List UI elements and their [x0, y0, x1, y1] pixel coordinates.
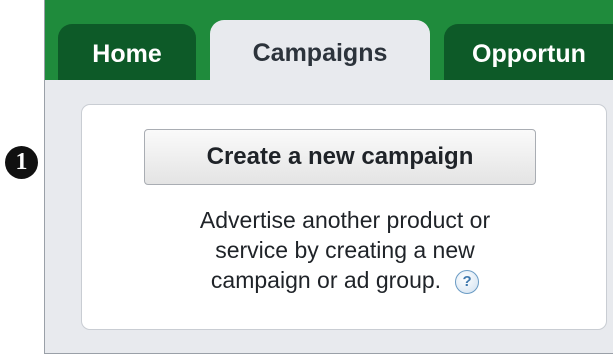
help-icon[interactable]: ?	[455, 270, 480, 294]
description-line-text: campaign or ad group.	[210, 267, 442, 293]
tab-bar: Home Campaigns Opportun	[45, 0, 613, 82]
description-line: Advertise another product or	[199, 207, 491, 233]
tab-campaigns[interactable]: Campaigns	[210, 20, 430, 82]
description-line: service by creating a new	[215, 237, 475, 263]
tab-home[interactable]: Home	[58, 24, 196, 80]
campaign-description: Advertise another product or service by …	[102, 205, 588, 295]
window-frame: Home Campaigns Opportun Create a new cam…	[44, 0, 613, 354]
step-number-badge: 1	[5, 146, 38, 179]
description-line: campaign or ad group.?	[102, 265, 588, 295]
create-campaign-panel: Create a new campaign Advertise another …	[81, 104, 607, 330]
page: 1 Home Campaigns Opportun Create a new c…	[0, 0, 613, 356]
create-campaign-button[interactable]: Create a new campaign	[144, 129, 536, 185]
tab-opportunities[interactable]: Opportun	[444, 24, 613, 80]
